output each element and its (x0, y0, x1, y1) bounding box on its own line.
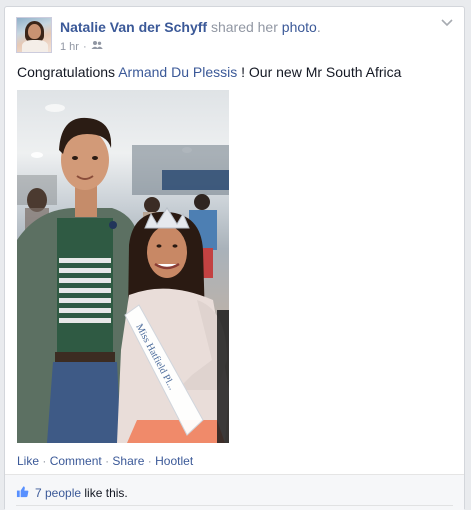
share-link[interactable]: Share (112, 454, 144, 468)
thumbs-up-icon (16, 485, 29, 501)
author-avatar[interactable] (16, 17, 52, 53)
likes-suffix: like this. (84, 486, 128, 500)
post-actions: Like · Comment · Share · Hootlet (17, 454, 194, 468)
friends-icon[interactable] (91, 40, 103, 53)
meta-separator: · (82, 40, 87, 53)
post-message: Congratulations Armand Du Plessis ! Our … (17, 64, 402, 80)
photo-link[interactable]: photo (282, 19, 317, 35)
feed-post: Natalie Van der Schyff shared her photo.… (4, 6, 465, 510)
post-timestamp[interactable]: 1 hr (60, 41, 79, 53)
post-photo[interactable]: Miss Hatfield Pl... (17, 90, 229, 443)
likes-bar: 7 people like this. (5, 474, 464, 510)
post-action-text: shared her photo. (210, 19, 321, 35)
mention-link[interactable]: Armand Du Plessis (118, 64, 237, 80)
post-header: Natalie Van der Schyff shared her photo. (60, 19, 321, 35)
divider (16, 505, 453, 506)
author-name-link[interactable]: Natalie Van der Schyff (60, 19, 207, 35)
post-meta: 1 hr · (60, 40, 103, 53)
comment-link[interactable]: Comment (50, 454, 102, 468)
like-link[interactable]: Like (17, 454, 39, 468)
chevron-down-icon[interactable] (440, 17, 454, 29)
hootlet-link[interactable]: Hootlet (155, 454, 193, 468)
likers-link[interactable]: 7 people (35, 486, 81, 500)
